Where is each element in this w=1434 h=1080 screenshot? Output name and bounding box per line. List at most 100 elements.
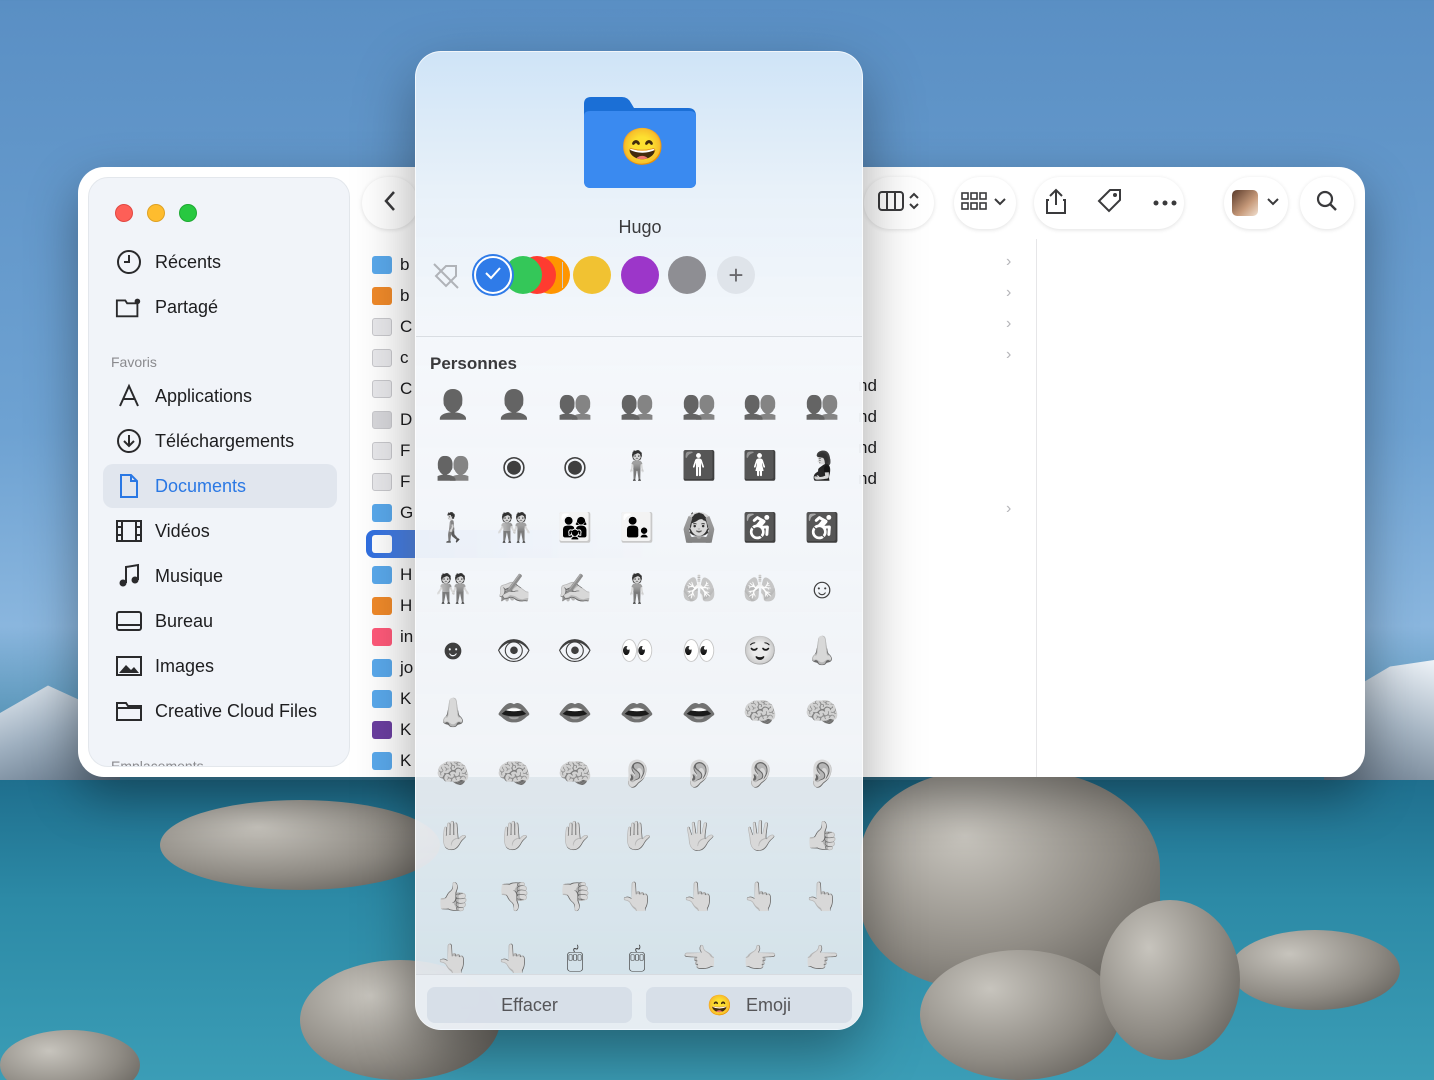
symbol-option[interactable]: 🧑‍🤝‍🧑 bbox=[487, 500, 541, 554]
file-row[interactable]: H bbox=[372, 592, 412, 620]
symbol-option[interactable]: 👂 bbox=[672, 747, 726, 801]
file-row[interactable]: b bbox=[372, 251, 409, 279]
sidebar-item-recents[interactable]: Récents bbox=[103, 240, 337, 284]
symbol-option[interactable]: ✋ bbox=[426, 808, 480, 862]
file-row[interactable]: G bbox=[372, 499, 413, 527]
symbol-option[interactable]: 👎 bbox=[487, 870, 541, 924]
symbol-option[interactable]: ◉ bbox=[548, 439, 602, 493]
symbol-option[interactable]: ☻ bbox=[426, 623, 480, 677]
file-row[interactable]: K bbox=[372, 716, 411, 744]
color-swatch-gray[interactable] bbox=[668, 256, 706, 294]
file-row[interactable]: C bbox=[372, 375, 412, 403]
file-row[interactable]: D bbox=[372, 406, 412, 434]
search-button[interactable] bbox=[1300, 177, 1354, 229]
symbol-option[interactable]: 👂 bbox=[733, 747, 787, 801]
symbol-option[interactable]: 👆 bbox=[795, 870, 849, 924]
color-swatch-blue-selected[interactable] bbox=[474, 256, 512, 294]
symbol-option[interactable]: 🙆 bbox=[672, 500, 726, 554]
file-row[interactable]: in bbox=[372, 623, 413, 651]
column-view-button[interactable] bbox=[864, 177, 934, 229]
symbol-option[interactable]: 🖐 bbox=[733, 808, 787, 862]
symbol-option[interactable]: 👃 bbox=[426, 685, 480, 739]
sidebar-item-images[interactable]: Images bbox=[103, 644, 337, 688]
symbol-option[interactable]: ✋ bbox=[487, 808, 541, 862]
sidebar-item-documents[interactable]: Documents bbox=[103, 464, 337, 508]
symbol-option[interactable]: 👆 bbox=[610, 870, 664, 924]
file-row[interactable]: F bbox=[372, 468, 410, 496]
sidebar-item-musique[interactable]: Musique bbox=[103, 554, 337, 598]
symbol-option[interactable]: 👃 bbox=[795, 623, 849, 677]
symbol-option[interactable]: 👥 bbox=[610, 377, 664, 431]
symbol-option[interactable]: ◉ bbox=[487, 439, 541, 493]
zoom-window-button[interactable] bbox=[179, 204, 197, 222]
color-swatch-yellow[interactable] bbox=[573, 256, 611, 294]
symbol-option[interactable]: 🚶 bbox=[426, 500, 480, 554]
symbol-option[interactable]: 👨‍👩‍👧 bbox=[548, 500, 602, 554]
symbol-option[interactable]: 👀 bbox=[672, 623, 726, 677]
symbol-option[interactable]: 🚺 bbox=[733, 439, 787, 493]
symbol-option[interactable]: 👥 bbox=[733, 377, 787, 431]
symbol-option[interactable]: 🧑‍🧒 bbox=[610, 500, 664, 554]
symbol-option[interactable]: ☺ bbox=[795, 562, 849, 616]
symbol-option[interactable]: 🧍 bbox=[610, 562, 664, 616]
file-row[interactable]: K bbox=[372, 685, 411, 713]
symbol-option[interactable]: 👄 bbox=[548, 685, 602, 739]
file-row[interactable]: H bbox=[372, 561, 412, 589]
file-row[interactable]: K bbox=[372, 747, 411, 775]
symbol-option[interactable]: 👆 bbox=[733, 870, 787, 924]
symbol-option[interactable]: 👤 bbox=[426, 377, 480, 431]
symbol-option[interactable]: 👥 bbox=[672, 377, 726, 431]
color-swatch-purple[interactable] bbox=[621, 256, 659, 294]
more-icon[interactable] bbox=[1152, 194, 1178, 212]
symbol-option[interactable]: 🧠 bbox=[548, 747, 602, 801]
symbol-option[interactable]: ✋ bbox=[548, 808, 602, 862]
share-icon[interactable] bbox=[1044, 187, 1068, 220]
close-window-button[interactable] bbox=[115, 204, 133, 222]
symbol-option[interactable]: 👥 bbox=[426, 439, 480, 493]
minimize-window-button[interactable] bbox=[147, 204, 165, 222]
symbol-option[interactable]: 👄 bbox=[487, 685, 541, 739]
file-row[interactable]: F bbox=[372, 437, 410, 465]
symbol-option[interactable]: ✋ bbox=[610, 808, 664, 862]
symbol-option[interactable]: 👤 bbox=[487, 377, 541, 431]
symbol-option[interactable]: 👍 bbox=[795, 808, 849, 862]
symbol-option[interactable]: 🧑‍🤝‍🧑 bbox=[426, 562, 480, 616]
symbol-option[interactable]: 🤰 bbox=[795, 439, 849, 493]
sidebar-item-applications[interactable]: Applications bbox=[103, 374, 337, 418]
symbol-option[interactable]: 😌 bbox=[733, 623, 787, 677]
symbol-option[interactable]: 👂 bbox=[610, 747, 664, 801]
symbol-option[interactable]: 🫁 bbox=[733, 562, 787, 616]
tag-icon[interactable] bbox=[1096, 187, 1124, 220]
symbol-option[interactable]: 👁 bbox=[548, 623, 602, 677]
symbol-option[interactable]: 🧠 bbox=[426, 747, 480, 801]
back-button[interactable] bbox=[362, 177, 418, 229]
symbol-option[interactable]: 🧠 bbox=[733, 685, 787, 739]
profile-menu-button[interactable] bbox=[1224, 177, 1288, 229]
symbol-option[interactable]: 👀 bbox=[610, 623, 664, 677]
symbol-option[interactable]: 🫁 bbox=[672, 562, 726, 616]
clear-button[interactable]: Effacer bbox=[427, 987, 632, 1023]
sidebar-item-telechargements[interactable]: Téléchargements bbox=[103, 419, 337, 463]
symbol-option[interactable]: ♿ bbox=[733, 500, 787, 554]
group-by-button[interactable] bbox=[954, 177, 1016, 229]
symbol-option[interactable]: ✍ bbox=[548, 562, 602, 616]
file-row[interactable]: c bbox=[372, 344, 409, 372]
symbol-option[interactable]: 👥 bbox=[548, 377, 602, 431]
add-color-button[interactable]: + bbox=[717, 256, 755, 294]
symbol-option[interactable]: 👆 bbox=[672, 870, 726, 924]
file-row[interactable]: b bbox=[372, 282, 409, 310]
sidebar-item-videos[interactable]: Vidéos bbox=[103, 509, 337, 553]
symbol-option[interactable]: 👄 bbox=[672, 685, 726, 739]
sidebar-item-bureau[interactable]: Bureau bbox=[103, 599, 337, 643]
symbol-option[interactable]: 🧠 bbox=[487, 747, 541, 801]
symbol-option[interactable]: ♿ bbox=[795, 500, 849, 554]
symbol-option[interactable]: 🧍 bbox=[610, 439, 664, 493]
symbol-option[interactable]: 👥 bbox=[795, 377, 849, 431]
file-row[interactable]: C bbox=[372, 313, 412, 341]
symbol-option[interactable]: 🚹 bbox=[672, 439, 726, 493]
symbol-option[interactable]: 👎 bbox=[548, 870, 602, 924]
sidebar-item-partage[interactable]: Partagé bbox=[103, 285, 337, 329]
symbol-option[interactable]: ✍ bbox=[487, 562, 541, 616]
sidebar-item-creative-cloud[interactable]: Creative Cloud Files bbox=[103, 689, 337, 733]
symbol-option[interactable]: 👁 bbox=[487, 623, 541, 677]
